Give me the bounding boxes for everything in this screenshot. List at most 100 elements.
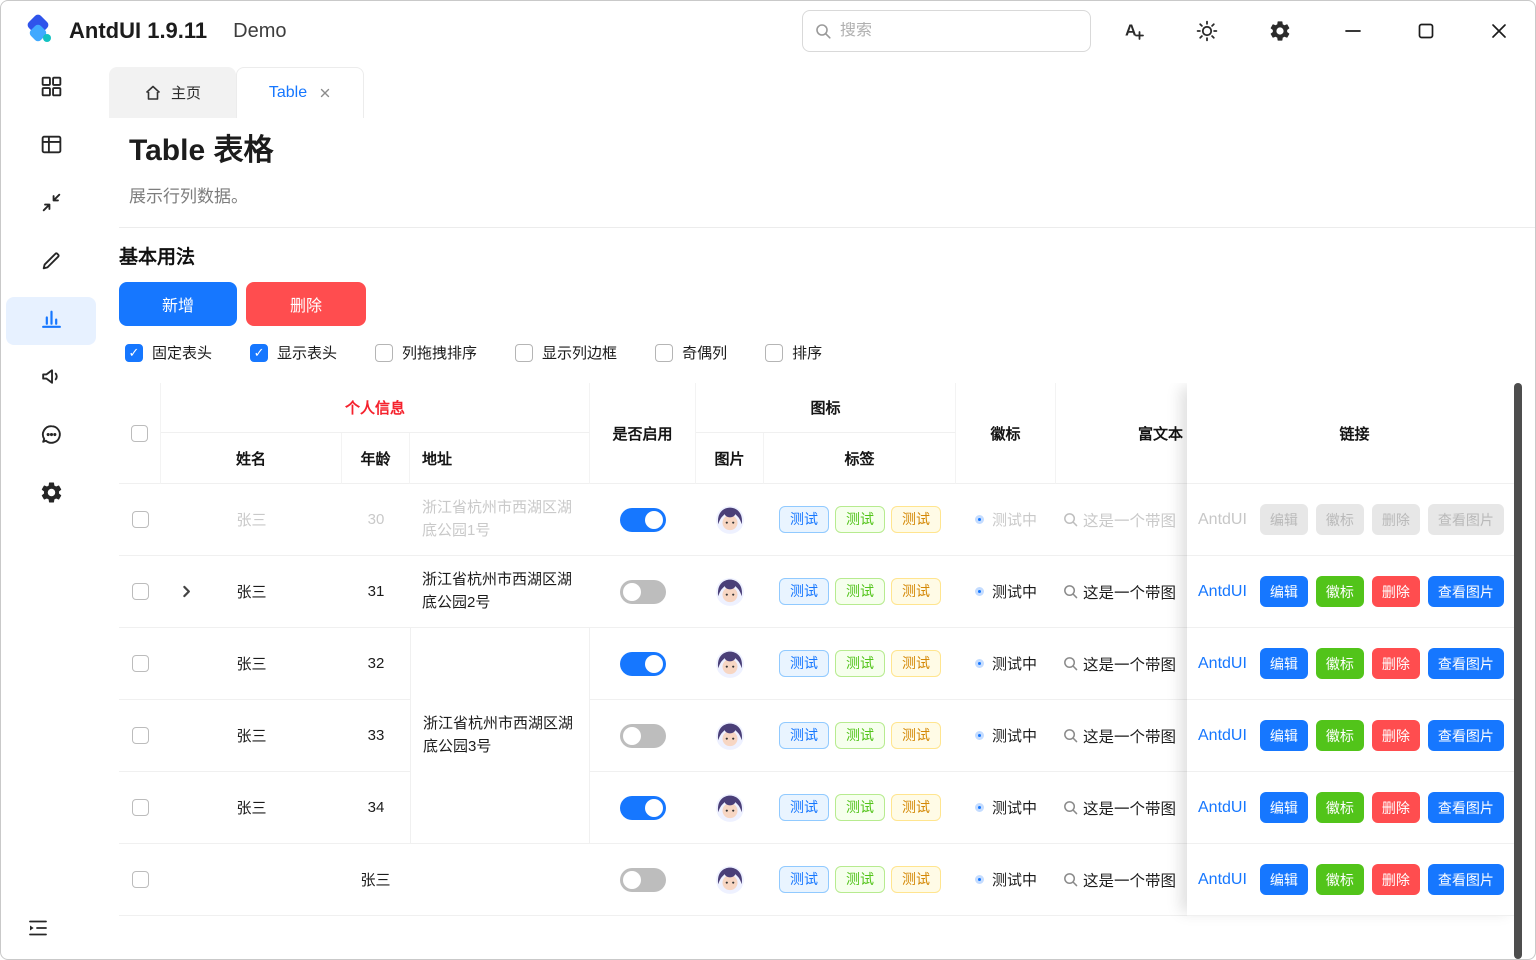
badge-cell: 测试中 [956, 556, 1056, 628]
delete-button[interactable]: 删除 [246, 282, 366, 326]
collapse-sidebar-button[interactable] [1, 907, 101, 953]
badge-button[interactable]: 徽标 [1316, 648, 1364, 679]
sidebar-item-edit[interactable] [6, 239, 96, 287]
option-checkbox[interactable] [375, 344, 393, 362]
row-age: 34 [368, 799, 385, 816]
table-option[interactable]: 固定表头 [125, 342, 212, 363]
search-box[interactable] [802, 10, 1091, 52]
maximize-button[interactable] [1403, 10, 1449, 52]
tab-close-icon[interactable] [319, 87, 331, 99]
tag: 测试 [891, 506, 941, 533]
edit-button[interactable]: 编辑 [1260, 648, 1308, 679]
row-checkbox[interactable] [132, 511, 149, 528]
sidebar-item-layout[interactable] [6, 123, 96, 171]
delete-row-button[interactable]: 删除 [1372, 720, 1420, 751]
delete-row-button[interactable]: 删除 [1372, 648, 1420, 679]
tag: 测试 [779, 866, 829, 893]
row-checkbox[interactable] [132, 871, 149, 888]
view-image-button[interactable]: 查看图片 [1428, 792, 1504, 823]
translate-button[interactable]: A [1111, 10, 1157, 52]
badge-text: 测试中 [992, 653, 1037, 674]
enabled-toggle[interactable] [620, 868, 666, 892]
badge-button[interactable]: 徽标 [1316, 720, 1364, 751]
antdui-link[interactable]: AntdUI [1198, 727, 1247, 745]
badge-button[interactable]: 徽标 [1316, 504, 1364, 535]
edit-button[interactable]: 编辑 [1260, 720, 1308, 751]
view-image-button[interactable]: 查看图片 [1428, 576, 1504, 607]
row-checkbox[interactable] [132, 583, 149, 600]
minimize-button[interactable] [1330, 10, 1376, 52]
delete-row-button[interactable]: 删除 [1372, 576, 1420, 607]
option-checkbox[interactable] [655, 344, 673, 362]
enabled-cell [590, 772, 696, 844]
tags-cell: 测试测试测试 [764, 628, 956, 700]
antdui-link[interactable]: AntdUI [1198, 871, 1247, 889]
magnifier-icon [1062, 655, 1079, 672]
name-cell: 张三 [161, 484, 342, 556]
antdui-link[interactable]: AntdUI [1198, 511, 1247, 529]
option-checkbox[interactable] [515, 344, 533, 362]
select-all-checkbox[interactable] [131, 425, 148, 442]
table-option[interactable]: 排序 [765, 342, 822, 363]
view-image-button[interactable]: 查看图片 [1428, 864, 1504, 895]
settings-button[interactable] [1257, 10, 1303, 52]
antdui-link[interactable]: AntdUI [1198, 655, 1247, 673]
option-checkbox[interactable] [125, 344, 143, 362]
badge-cell: 测试中 [956, 484, 1056, 556]
enabled-toggle[interactable] [620, 652, 666, 676]
theme-light-button[interactable] [1184, 10, 1230, 52]
badge-button[interactable]: 徽标 [1316, 864, 1364, 895]
sound-icon [39, 364, 64, 394]
badge-button[interactable]: 徽标 [1316, 792, 1364, 823]
delete-row-button[interactable]: 删除 [1372, 792, 1420, 823]
col-header-enabled: 是否启用 [590, 383, 696, 484]
row-name: 张三 [360, 869, 390, 890]
table-vertical-scrollbar[interactable] [1514, 383, 1522, 959]
tags-cell: 测试测试测试 [764, 484, 956, 556]
table-region: 个人信息 是否启用 图标 徽标 富文本 姓名 年龄 地址 图片 标签 张三30浙… [119, 383, 1522, 959]
sidebar-item-message[interactable] [6, 413, 96, 461]
address-cell: 浙江省杭州市西湖区湖底公园3号 [410, 628, 590, 844]
delete-row-button[interactable]: 删除 [1372, 504, 1420, 535]
col-header-link: 链接 [1187, 383, 1522, 484]
option-checkbox[interactable] [250, 344, 268, 362]
table-option[interactable]: 显示表头 [250, 342, 337, 363]
row-checkbox[interactable] [132, 799, 149, 816]
tab-home[interactable]: 主页 [109, 67, 236, 118]
row-checkbox[interactable] [132, 655, 149, 672]
badge-button[interactable]: 徽标 [1316, 576, 1364, 607]
sidebar-item-shrink[interactable] [6, 181, 96, 229]
menu-fold-icon [26, 916, 50, 945]
page-description: 展示行列数据。 [129, 182, 1535, 207]
option-checkbox[interactable] [765, 344, 783, 362]
enabled-toggle[interactable] [620, 580, 666, 604]
table-option[interactable]: 奇偶列 [655, 342, 727, 363]
enabled-toggle[interactable] [620, 796, 666, 820]
row-checkbox[interactable] [132, 727, 149, 744]
sidebar-item-settings[interactable] [6, 471, 96, 519]
enabled-cell [590, 556, 696, 628]
edit-button[interactable]: 编辑 [1260, 792, 1308, 823]
edit-button[interactable]: 编辑 [1260, 864, 1308, 895]
sidebar-item-chart-active[interactable] [6, 297, 96, 345]
tab-table-active[interactable]: Table [236, 67, 364, 118]
delete-row-button[interactable]: 删除 [1372, 864, 1420, 895]
add-button[interactable]: 新增 [119, 282, 237, 326]
divider [119, 227, 1536, 228]
enabled-toggle[interactable] [620, 508, 666, 532]
view-image-button[interactable]: 查看图片 [1428, 720, 1504, 751]
view-image-button[interactable]: 查看图片 [1428, 648, 1504, 679]
search-input[interactable] [840, 22, 1079, 40]
close-button[interactable] [1476, 10, 1522, 52]
sidebar-item-overview[interactable] [6, 65, 96, 113]
sidebar-item-sound[interactable] [6, 355, 96, 403]
expand-row-button[interactable] [175, 581, 197, 603]
view-image-button[interactable]: 查看图片 [1428, 504, 1504, 535]
table-option[interactable]: 列拖拽排序 [375, 342, 477, 363]
edit-button[interactable]: 编辑 [1260, 576, 1308, 607]
antdui-link[interactable]: AntdUI [1198, 799, 1247, 817]
table-option[interactable]: 显示列边框 [515, 342, 617, 363]
edit-button[interactable]: 编辑 [1260, 504, 1308, 535]
antdui-link[interactable]: AntdUI [1198, 583, 1247, 601]
enabled-toggle[interactable] [620, 724, 666, 748]
